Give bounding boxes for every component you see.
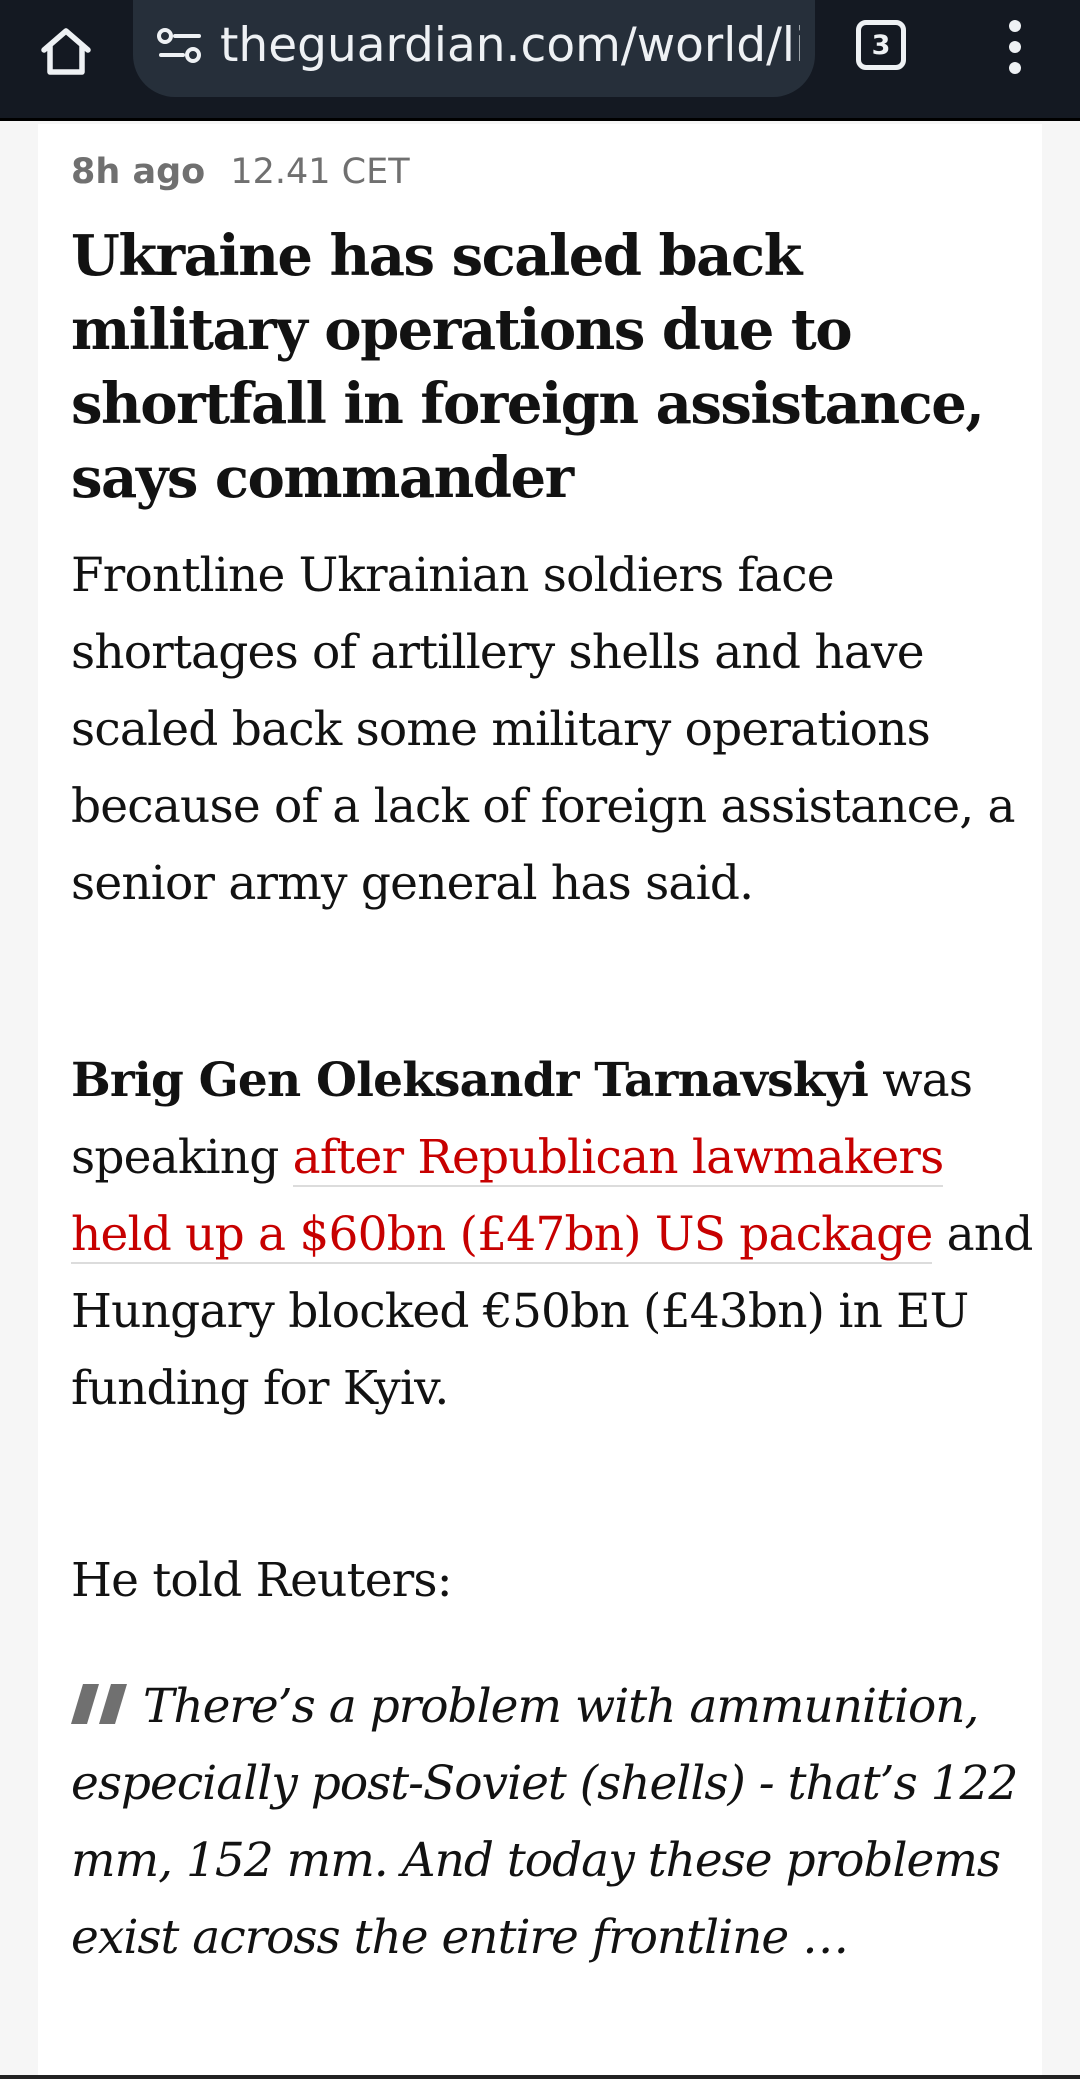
menu-dot: [1009, 62, 1021, 74]
standfirst-paragraph: Frontline Ukrainian soldiers face shorta…: [71, 548, 1016, 911]
timestamp: 12.41 CET: [230, 152, 410, 192]
address-bar[interactable]: theguardian.com/world/li: [133, 0, 815, 97]
quote-icon: [71, 1684, 127, 1724]
home-button[interactable]: [26, 12, 106, 92]
more-menu-button[interactable]: [990, 12, 1040, 82]
live-blog-post: 8h ago 12.41 CET Ukraine has scaled back…: [38, 124, 1042, 2079]
post-headline: Ukraine has scaled back military operati…: [71, 223, 985, 511]
bottom-divider: [0, 2075, 1080, 2079]
tab-count: 3: [871, 29, 891, 61]
pull-quote: There’s a problem with ammunition, espec…: [71, 1668, 1046, 1976]
browser-toolbar: theguardian.com/world/li 3: [0, 0, 1080, 121]
body-paragraph: He told Reuters:: [71, 1553, 453, 1608]
site-info-icon[interactable]: [155, 26, 205, 66]
time-ago: 8h ago: [71, 152, 206, 192]
menu-dot: [1009, 20, 1021, 32]
quote-text: There’s a problem with ammunition, espec…: [71, 1679, 1018, 1965]
post-meta: 8h ago 12.41 CET: [71, 147, 410, 197]
person-name: Brig Gen Oleksandr Tarnavskyi: [71, 1053, 869, 1108]
tab-switcher-button[interactable]: 3: [856, 20, 906, 70]
menu-dot: [1009, 41, 1021, 53]
url-text[interactable]: theguardian.com/world/li: [220, 16, 800, 76]
home-icon: [41, 28, 91, 75]
body-paragraph: Brig Gen Oleksandr Tarnavskyi was speaki…: [71, 1042, 1039, 1427]
